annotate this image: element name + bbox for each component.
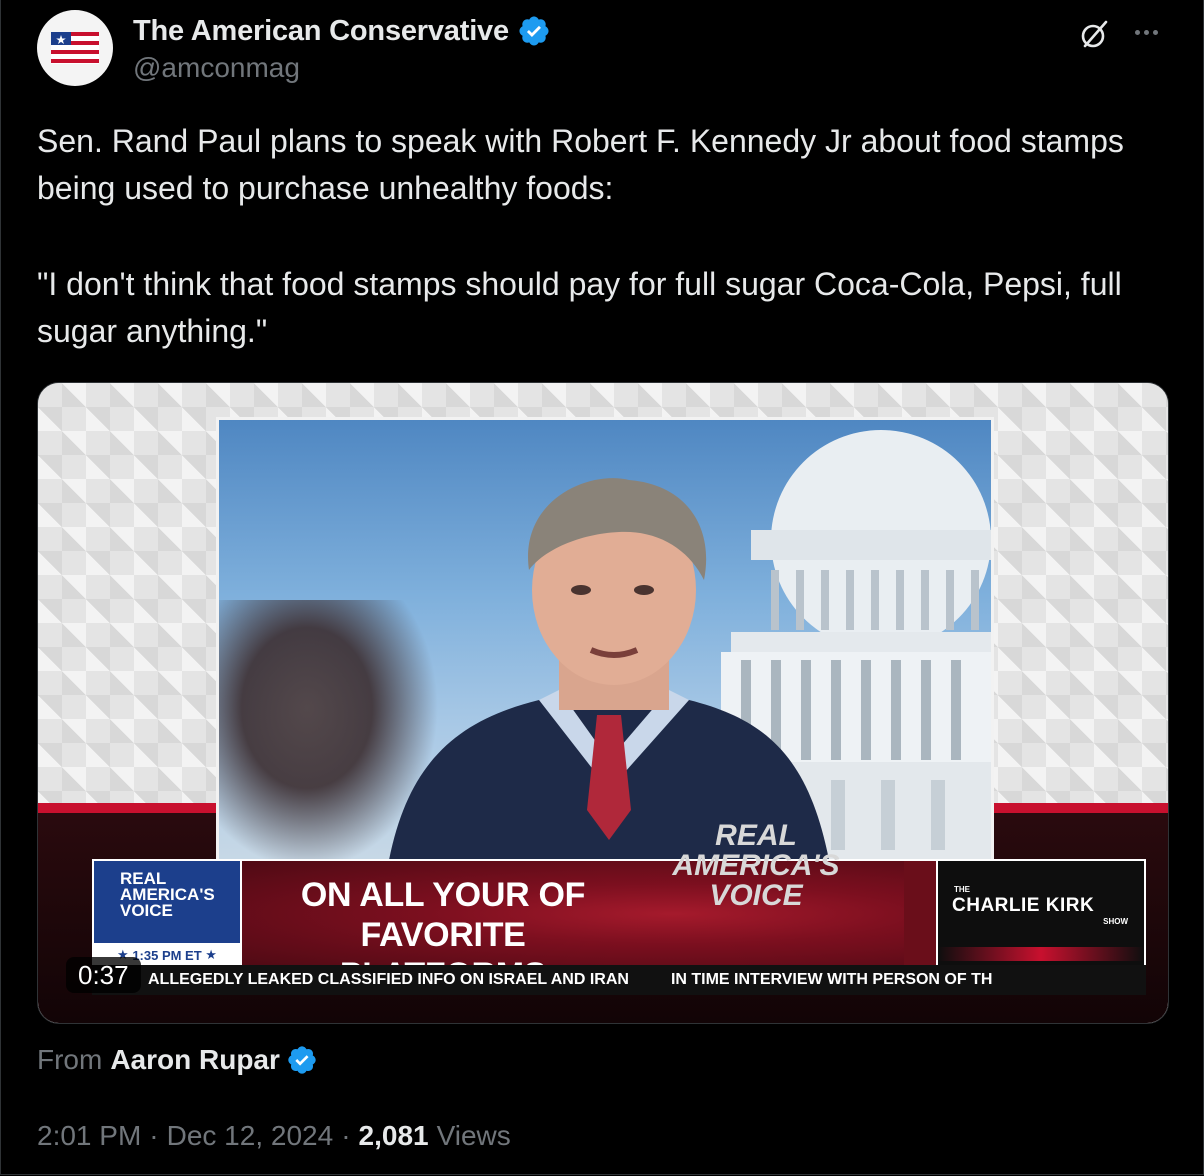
- source-author-name[interactable]: Aaron Rupar: [110, 1044, 280, 1076]
- network-badge: REAL AMERICA'S VOICE ★ 1:35 PM ET ★: [94, 861, 242, 967]
- tweet-meta: 2:01 PM · Dec 12, 2024 · 2,081 Views: [37, 1120, 511, 1152]
- lower-third-message: ON ALL YOUR OF FAVORITE PLATFORMS REAL A…: [242, 821, 904, 994]
- network-logo: REAL AMERICA'S VOICE: [672, 819, 840, 912]
- video-source: From Aaron Rupar: [37, 1040, 318, 1080]
- speaker-image: [389, 478, 829, 860]
- video-duration: 0:37: [66, 957, 141, 993]
- video-frame: [216, 417, 994, 863]
- news-ticker: ALLEGEDLY LEAKED CLASSIFIED INFO ON ISRA…: [92, 965, 1146, 995]
- ticker-item: IN TIME INTERVIEW WITH PERSON OF TH: [670, 971, 993, 988]
- author-handle[interactable]: @amconmag: [133, 52, 300, 84]
- tweet-text: Sen. Rand Paul plans to speak with Rober…: [37, 118, 1157, 355]
- verified-badge-icon[interactable]: [517, 14, 551, 48]
- ticker-item: ALLEGEDLY LEAKED CLASSIFIED INFO ON ISRA…: [148, 971, 629, 988]
- american-flag-logo-icon: [51, 32, 99, 64]
- tweet-paragraph-2: "I don't think that food stamps should p…: [37, 266, 1122, 349]
- tweet-date[interactable]: Dec 12, 2024: [167, 1120, 334, 1152]
- views-label: Views: [436, 1120, 511, 1151]
- show-logo: THE CHARLIE KIRK SHOW: [936, 861, 1144, 967]
- grok-icon[interactable]: [1079, 18, 1111, 50]
- video-player[interactable]: REAL AMERICA'S VOICE ★ 1:35 PM ET ★ ON A…: [37, 382, 1169, 1024]
- from-label: From: [37, 1044, 103, 1075]
- tweet-time[interactable]: 2:01 PM: [37, 1120, 141, 1152]
- avatar[interactable]: [37, 10, 113, 86]
- more-options-icon[interactable]: [1135, 22, 1167, 42]
- news-lower-third: REAL AMERICA'S VOICE ★ 1:35 PM ET ★ ON A…: [92, 821, 1146, 994]
- views-count: 2,081: [358, 1120, 429, 1151]
- author-name[interactable]: The American Conservative: [133, 15, 509, 48]
- author-name-row: The American Conservative: [133, 12, 551, 50]
- tweet-container: The American Conservative @amconmag Sen.…: [0, 0, 1204, 1175]
- verified-badge-icon[interactable]: [286, 1044, 318, 1076]
- tweet-paragraph-1: Sen. Rand Paul plans to speak with Rober…: [37, 123, 1124, 206]
